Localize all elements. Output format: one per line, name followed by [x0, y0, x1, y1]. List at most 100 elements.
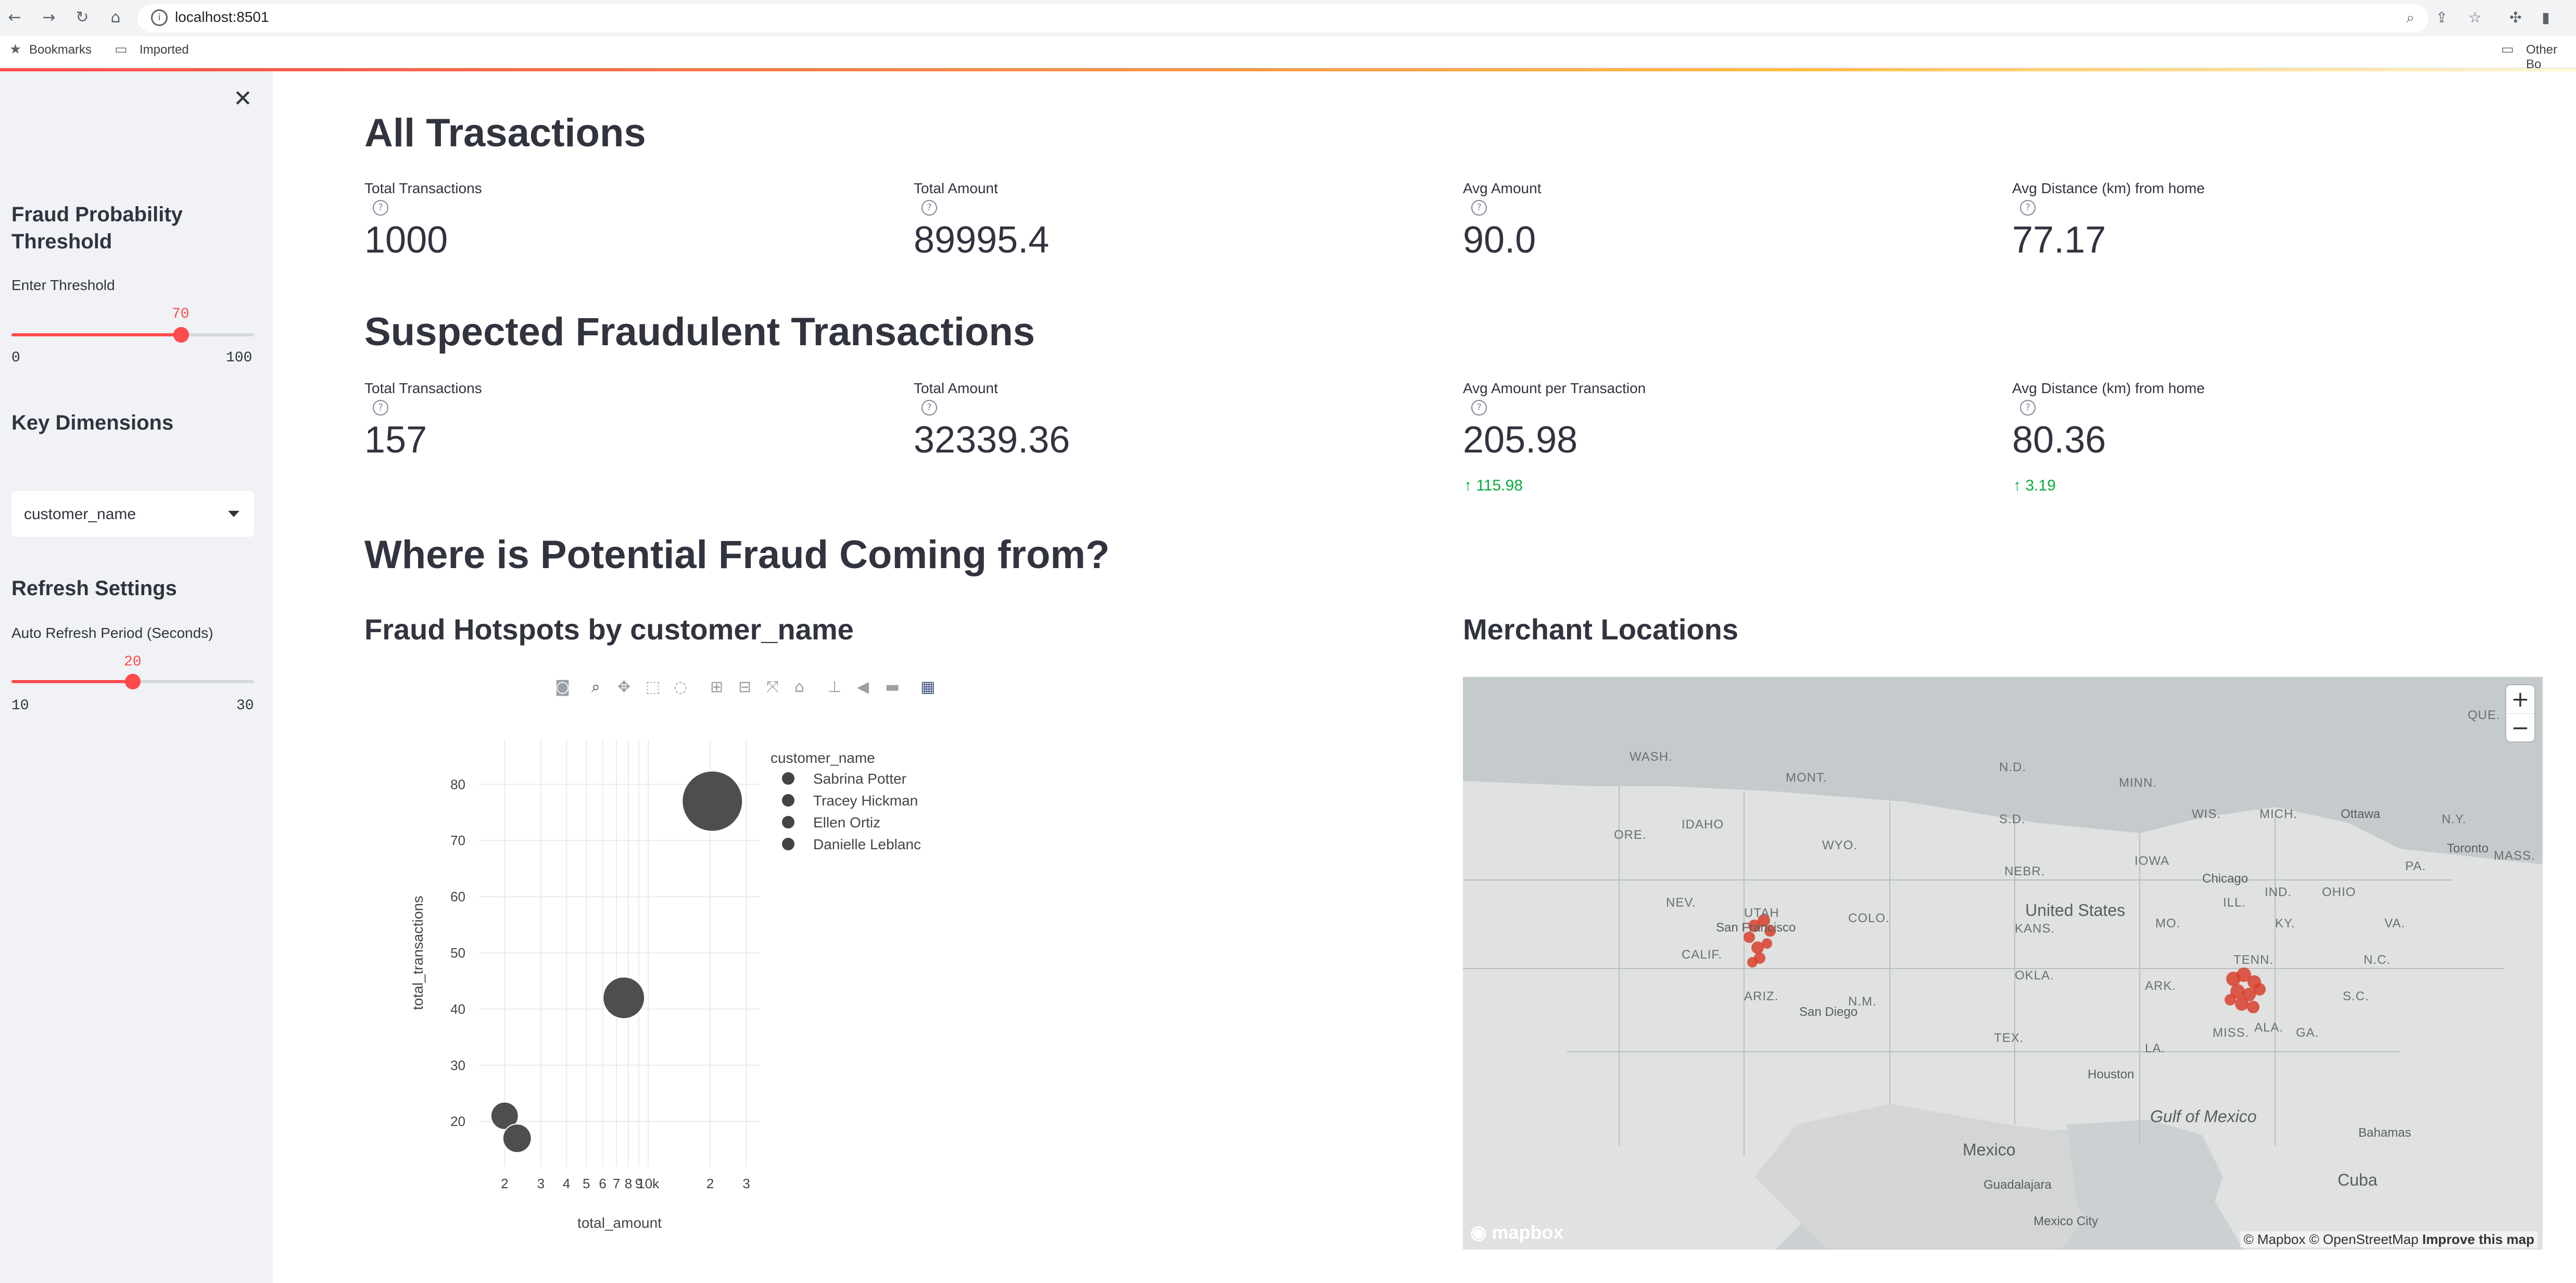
map-label-guadalajara: Guadalajara	[1984, 1178, 2052, 1192]
home-icon[interactable]: ⌂	[104, 6, 127, 29]
legend-marker	[782, 772, 794, 785]
chevron-down-icon	[228, 511, 239, 517]
map-label-san-francisco: San Francisco	[1716, 921, 1796, 935]
map-state-label: TENN.	[2233, 953, 2274, 967]
dimension-select[interactable]: customer_name	[11, 491, 254, 537]
zoom-icon[interactable]: ⌕	[2400, 7, 2421, 28]
share-icon[interactable]: ⇪	[2431, 7, 2452, 28]
metric-value: 205.98	[1463, 419, 1578, 461]
camera-icon[interactable]: ◙	[555, 678, 570, 696]
x-tick-label: 3	[537, 1176, 545, 1191]
metric-value: 157	[364, 419, 427, 461]
refresh-max: 30	[236, 698, 254, 714]
zoom-icon[interactable]: ⌕	[591, 678, 600, 696]
metric-label: Total Amount	[914, 380, 998, 396]
bookmarks-bar	[0, 36, 2576, 68]
improve-map-link[interactable]: Improve this map	[2422, 1231, 2534, 1247]
map-state-label: PA.	[2405, 859, 2426, 873]
y-axis-label: total_transactions	[410, 896, 426, 1010]
legend-item[interactable]: Sabrina Potter	[813, 771, 906, 787]
map-state-label: QUE.	[2468, 708, 2501, 722]
legend-item[interactable]: Tracey Hickman	[813, 793, 918, 809]
back-icon[interactable]: ←	[3, 6, 26, 29]
autoscale-icon[interactable]: ⤧	[766, 678, 779, 696]
bookmarks-link[interactable]: Bookmarks	[29, 43, 92, 57]
hover-closest-icon[interactable]: ◀	[857, 678, 869, 696]
url-text[interactable]: localhost:8501	[175, 9, 269, 26]
x-tick-label: 4	[563, 1176, 570, 1191]
lasso-icon[interactable]: ◌	[674, 678, 687, 696]
other-bookmarks-folder[interactable]: Other Bo	[2526, 43, 2576, 72]
folder-icon: ▭	[2501, 42, 2514, 57]
map-state-label: N.C.	[2364, 953, 2391, 967]
map-state-label: ILL.	[2223, 896, 2246, 910]
hotspots-title: Fraud Hotspots by customer_name	[364, 613, 854, 646]
help-icon[interactable]: ?	[2020, 400, 2036, 416]
sidepanel-icon[interactable]: ▮	[2535, 7, 2556, 28]
extensions-icon[interactable]: ✣	[2505, 7, 2526, 28]
box-select-icon[interactable]: ⬚	[646, 678, 660, 696]
map-label-country: United States	[2025, 901, 2126, 920]
threshold-heading: Fraud Probability Threshold	[11, 203, 183, 253]
map-state-label: WIS.	[2192, 807, 2221, 821]
help-icon[interactable]: ?	[1471, 400, 1487, 416]
forward-icon[interactable]: →	[37, 6, 60, 29]
data-point[interactable]	[502, 1123, 532, 1153]
plotly-logo-icon[interactable]: ▦	[920, 678, 935, 696]
metric-label: Avg Distance (km) from home	[2012, 180, 2205, 196]
help-icon[interactable]: ?	[1471, 200, 1487, 216]
address-bar[interactable]	[137, 4, 2428, 32]
legend-item[interactable]: Danielle Leblanc	[813, 836, 921, 853]
map-state-label: IOWA	[2135, 854, 2170, 868]
star-icon[interactable]: ☆	[2465, 7, 2485, 28]
mapbox-logo[interactable]: ◉ mapbox	[1470, 1222, 1563, 1243]
zoom-in-button[interactable]: +	[2506, 685, 2534, 713]
zoom-out-button[interactable]: −	[2506, 713, 2534, 742]
help-icon[interactable]: ?	[2020, 200, 2036, 216]
key-dimensions-heading: Key Dimensions	[11, 411, 174, 434]
help-icon[interactable]: ?	[921, 400, 937, 416]
where-title: Where is Potential Fraud Coming from?	[364, 533, 1110, 577]
threshold-slider[interactable]	[11, 327, 254, 343]
zoom-out-icon[interactable]: ⊟	[738, 678, 751, 696]
hover-compare-icon[interactable]: ▬	[885, 678, 900, 696]
metric-value: 90.0	[1463, 219, 1536, 261]
data-point[interactable]	[602, 976, 646, 1020]
map-state-label: N.Y.	[2442, 812, 2467, 826]
data-point[interactable]	[681, 770, 743, 832]
y-tick-label: 20	[450, 1114, 465, 1129]
close-icon[interactable]: ✕	[233, 87, 252, 110]
map-state-label: OKLA.	[2015, 968, 2054, 983]
map-label-gulf: Gulf of Mexico	[2150, 1107, 2257, 1126]
header-decoration	[0, 68, 2576, 71]
legend-item[interactable]: Ellen Ortiz	[813, 814, 880, 831]
pan-icon[interactable]: ✥	[617, 678, 630, 696]
help-icon[interactable]: ?	[373, 400, 388, 416]
help-icon[interactable]: ?	[921, 200, 937, 216]
map-state-label: KANS.	[2015, 922, 2055, 936]
threshold-slider-thumb[interactable]	[173, 327, 190, 343]
attribution-text[interactable]: © Mapbox © OpenStreetMap	[2243, 1231, 2418, 1247]
info-icon[interactable]: i	[151, 9, 168, 26]
imported-folder[interactable]: Imported	[140, 43, 189, 57]
map-state-label: MISS.	[2213, 1026, 2250, 1040]
map-attribution: © Mapbox © OpenStreetMap Improve this ma…	[2240, 1231, 2537, 1248]
refresh-slider[interactable]	[11, 674, 254, 689]
spike-lines-icon[interactable]: ⊥	[828, 678, 841, 696]
reset-axes-icon[interactable]: ⌂	[794, 678, 804, 696]
bookmark-star-icon: ★	[9, 42, 22, 57]
refresh-slider-thumb[interactable]	[125, 674, 141, 689]
reload-icon[interactable]: ↻	[71, 6, 94, 29]
arrow-up-icon: ↑	[2013, 477, 2026, 494]
zoom-in-icon[interactable]: ⊞	[710, 678, 723, 696]
map-label-mexico: Mexico	[1963, 1140, 2016, 1159]
merchant-map[interactable]: United States Gulf of Mexico Mexico Cuba…	[1463, 677, 2543, 1250]
x-axis-label: total_amount	[577, 1215, 662, 1231]
metric-label: Total Transactions	[364, 380, 482, 396]
y-tick-label: 40	[450, 1001, 465, 1017]
legend-marker	[782, 838, 794, 850]
x-tick-label: 7	[613, 1176, 620, 1191]
metric-delta: ↑ 115.98	[1464, 477, 1523, 495]
metric-value: 80.36	[2012, 419, 2106, 461]
help-icon[interactable]: ?	[373, 200, 388, 216]
